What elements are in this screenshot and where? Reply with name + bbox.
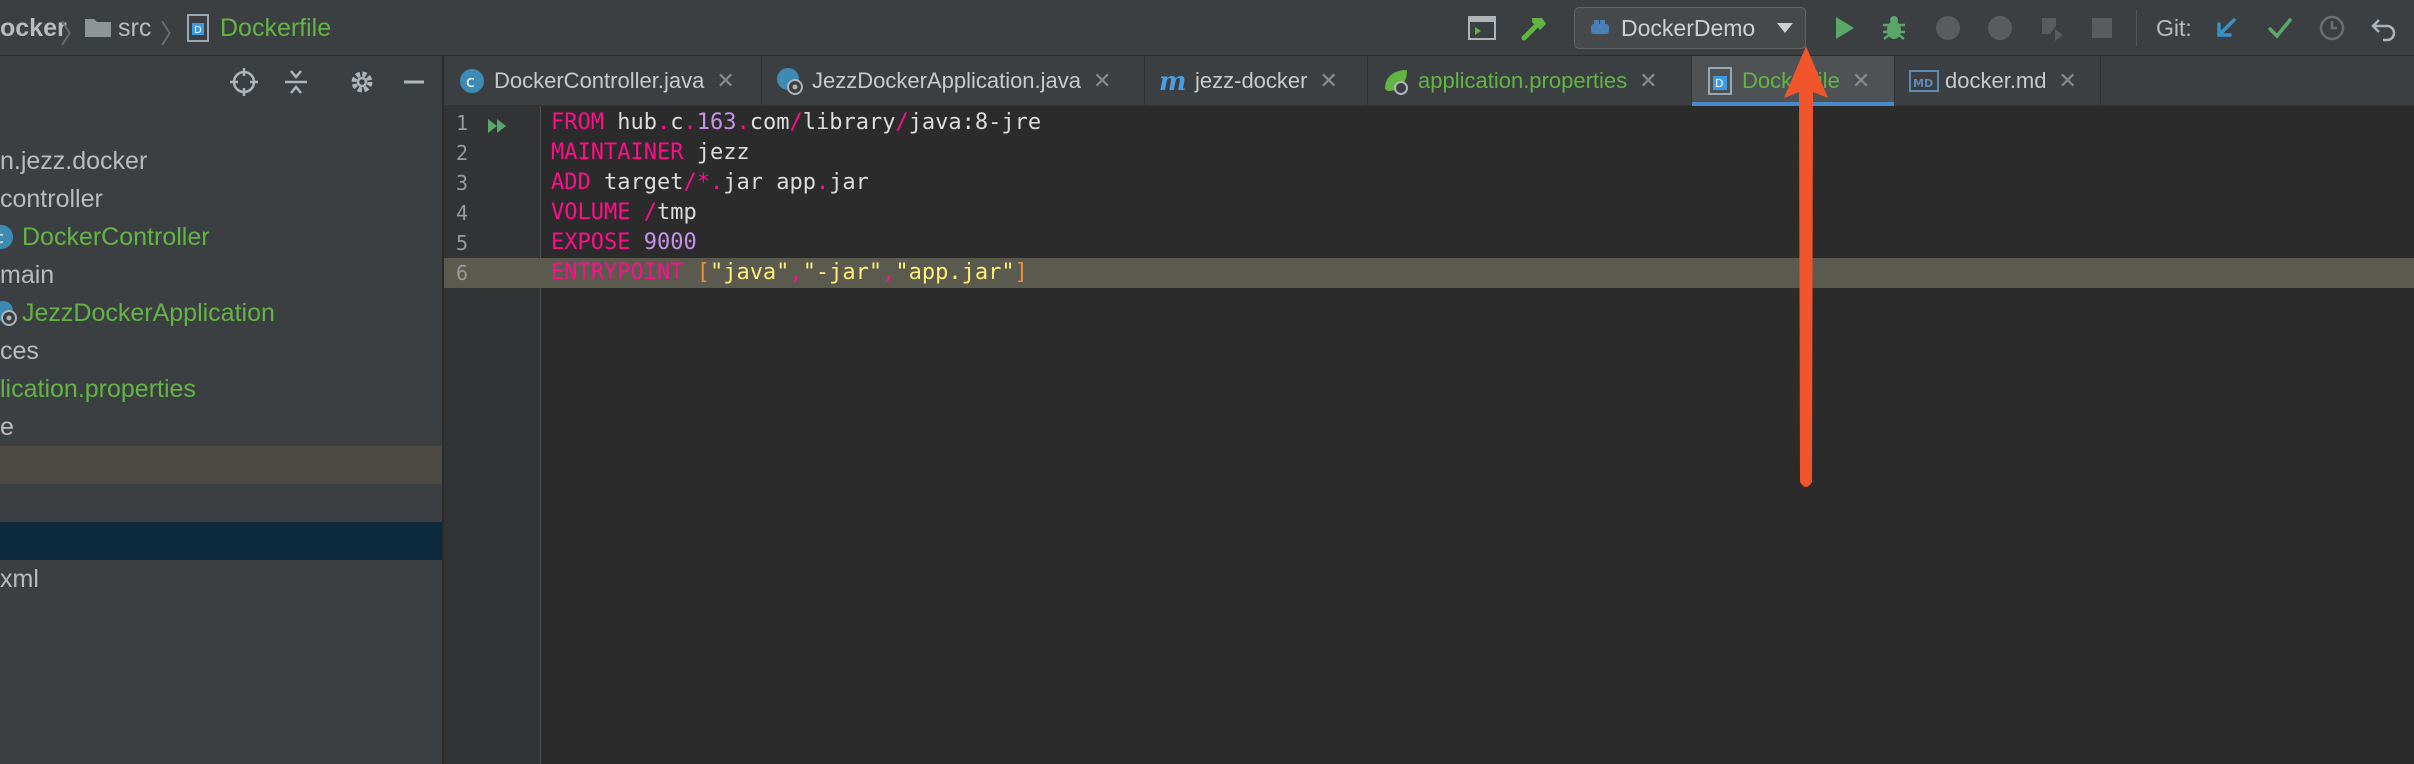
dockerfile-icon: D xyxy=(186,14,210,42)
close-icon[interactable]: ✕ xyxy=(716,68,734,94)
svg-text:m: m xyxy=(1159,67,1187,95)
tree-item-application-properties[interactable]: lication.properties xyxy=(0,370,442,408)
tree-item-docker-controller[interactable]: c DockerController xyxy=(0,218,442,256)
tree-item-controller-folder[interactable]: controller xyxy=(0,180,442,218)
git-label: Git: xyxy=(2156,14,2192,41)
svg-text:D: D xyxy=(194,25,202,36)
tab-docker-controller[interactable]: c DockerController.java ✕ xyxy=(444,56,762,106)
tab-jezz-docker-pom[interactable]: m jezz-docker ✕ xyxy=(1145,56,1368,106)
svg-text:MD: MD xyxy=(1913,77,1933,90)
code-line-1[interactable]: 1 FROM hub.c.163.com/library/java:8-jre xyxy=(444,108,2414,138)
folder-icon xyxy=(84,16,112,38)
debug-bug-icon[interactable] xyxy=(1876,10,1912,46)
chevron-down-icon xyxy=(1777,23,1793,33)
run-configuration-dropdown[interactable]: DockerDemo xyxy=(1574,7,1806,49)
hide-panel-minus-icon[interactable] xyxy=(396,64,432,100)
svg-text:c: c xyxy=(466,72,475,91)
git-commit-check-icon[interactable] xyxy=(2262,10,2298,46)
breadcrumb-separator: 〉 xyxy=(60,19,87,49)
terminal-icon[interactable] xyxy=(1464,10,1500,46)
revert-undo-icon[interactable] xyxy=(2366,10,2402,46)
git-update-arrow-icon[interactable] xyxy=(2208,10,2244,46)
annotation-arrow-icon xyxy=(1784,46,1828,487)
stop-icon[interactable] xyxy=(2084,10,2120,46)
history-clock-icon[interactable] xyxy=(2314,10,2350,46)
project-panel: n.jezz.docker controller c DockerControl… xyxy=(0,56,442,764)
tree-item-main-folder[interactable]: main xyxy=(0,256,442,294)
tree-item-selected-row[interactable] xyxy=(0,522,442,560)
code-line-3[interactable]: 3 ADD target/*.jar app.jar xyxy=(444,168,2414,198)
coverage-icon[interactable] xyxy=(1930,10,1966,46)
code-line-2[interactable]: 2 MAINTAINER jezz xyxy=(444,138,2414,168)
tab-application-properties[interactable]: application.properties ✕ xyxy=(1368,56,1692,106)
tree-item-resources-folder[interactable]: ces xyxy=(0,332,442,370)
class-c-icon: c xyxy=(0,224,14,250)
spring-boot-class-icon xyxy=(776,67,804,95)
tree-item-pom-xml[interactable]: xml xyxy=(0,560,442,598)
build-hammer-icon[interactable] xyxy=(1516,10,1552,46)
run-gutter-icon[interactable] xyxy=(486,114,510,133)
spring-leaf-icon xyxy=(1382,67,1410,95)
markdown-icon: MD xyxy=(1909,67,1939,95)
svg-text:c: c xyxy=(0,228,4,247)
docker-config-icon xyxy=(1589,16,1613,40)
tree-item-jezz-docker-application[interactable]: JezzDockerApplication xyxy=(0,294,442,332)
breadcrumb-project[interactable]: ocker xyxy=(0,0,67,56)
maven-m-icon: m xyxy=(1159,67,1187,97)
project-panel-header xyxy=(0,56,442,108)
close-icon[interactable]: ✕ xyxy=(2059,68,2077,94)
code-editor[interactable]: 1 FROM hub.c.163.com/library/java:8-jre … xyxy=(444,106,2414,764)
collapse-all-icon[interactable] xyxy=(278,64,314,100)
breadcrumb-src[interactable]: src xyxy=(118,0,151,56)
navigation-bar: ocker 〉 src 〉 D Dockerfile DockerDemo Gi… xyxy=(0,0,2414,56)
svg-text:D: D xyxy=(1715,77,1723,90)
close-icon[interactable]: ✕ xyxy=(1319,68,1337,94)
close-icon[interactable]: ✕ xyxy=(1639,68,1657,94)
close-icon[interactable]: ✕ xyxy=(1093,68,1111,94)
tree-item-truncated[interactable]: e xyxy=(0,408,442,446)
tree-item-empty[interactable] xyxy=(0,484,442,522)
tab-docker-md[interactable]: MD docker.md ✕ xyxy=(1895,56,2101,106)
spring-boot-class-icon xyxy=(0,300,18,326)
profile-icon[interactable] xyxy=(1982,10,2018,46)
attach-debugger-icon[interactable] xyxy=(2034,10,2070,46)
editor-tab-bar: c DockerController.java ✕ JezzDockerAppl… xyxy=(444,56,2414,106)
code-line-6-current[interactable]: 6 ENTRYPOINT ["java","-jar","app.jar"] xyxy=(444,258,2414,288)
breadcrumb-dockerfile[interactable]: Dockerfile xyxy=(220,0,331,56)
tree-item-hover-row[interactable] xyxy=(0,446,442,484)
close-icon[interactable]: ✕ xyxy=(1852,68,1870,94)
breadcrumb-separator: 〉 xyxy=(160,19,187,49)
code-line-4[interactable]: 4 VOLUME /tmp xyxy=(444,198,2414,228)
tree-item-package[interactable]: n.jezz.docker xyxy=(0,142,442,180)
toolbar-divider xyxy=(2136,10,2137,46)
dockerfile-icon: D xyxy=(1706,67,1734,95)
run-configuration-name: DockerDemo xyxy=(1621,14,1756,41)
class-c-icon: c xyxy=(458,67,486,95)
locate-target-icon[interactable] xyxy=(226,64,262,100)
tab-jezz-docker-application[interactable]: JezzDockerApplication.java ✕ xyxy=(762,56,1145,106)
gear-icon[interactable] xyxy=(344,64,380,100)
code-line-5[interactable]: 5 EXPOSE 9000 xyxy=(444,228,2414,258)
